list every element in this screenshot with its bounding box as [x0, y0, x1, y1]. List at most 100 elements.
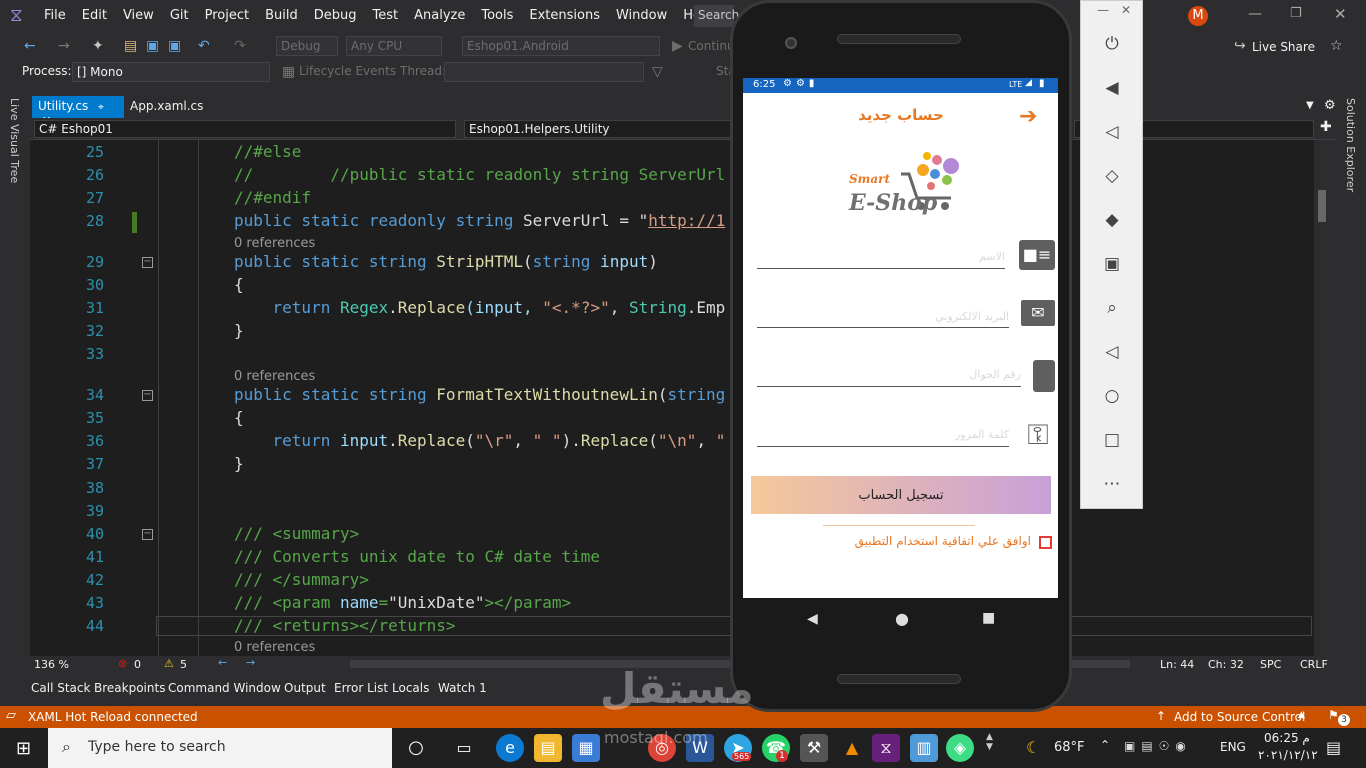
menu-edit[interactable]: Edit [82, 8, 107, 24]
add-to-source-control[interactable]: Add to Source Control [1174, 710, 1305, 724]
settings-gear-icon[interactable]: ⚙ [1324, 98, 1336, 113]
platform-select[interactable]: Any CPU [346, 36, 442, 56]
tray-icons[interactable]: ▣▤☉◉ [1124, 739, 1192, 753]
volume-down-icon[interactable]: ◁ [1101, 121, 1123, 143]
edge-icon[interactable]: e [496, 734, 524, 762]
codelens-references[interactable]: 0 references [234, 236, 315, 251]
search-box[interactable]: Search [694, 5, 739, 27]
menu-tools[interactable]: Tools [481, 8, 513, 24]
lifecycle-events-button[interactable]: Lifecycle Events [299, 64, 396, 78]
dropdown-arrow-icon[interactable]: ▲ [1298, 710, 1305, 720]
screenshot-icon[interactable]: ▣ [1101, 253, 1123, 275]
forward-icon[interactable]: → [58, 38, 70, 54]
collapse-icon[interactable]: − [142, 257, 153, 268]
windows-start-icon[interactable]: ⊞ [16, 738, 31, 759]
hot-reload-status[interactable]: XAML Hot Reload connected [28, 710, 198, 724]
menu-test[interactable]: Test [373, 8, 399, 24]
pin-icon[interactable]: ⌖ [98, 102, 104, 113]
line-indicator[interactable]: Ln: 44 [1160, 658, 1194, 671]
live-visual-tree-tab[interactable]: Live Visual Tree [8, 98, 21, 183]
menu-analyze[interactable]: Analyze [414, 8, 465, 24]
column-indicator[interactable]: Ch: 32 [1208, 658, 1244, 671]
class-nav-select[interactable]: Eshop01.Helpers.Utility [464, 120, 764, 138]
process-select[interactable]: [] Mono [72, 62, 270, 82]
language-indicator[interactable]: ENG [1220, 740, 1246, 754]
hot-reload-status-icon[interactable]: ▱ [6, 708, 16, 723]
lifecycle-icon[interactable]: ▦ [282, 64, 295, 80]
spacing-indicator[interactable]: SPC [1260, 658, 1281, 671]
android-back-icon[interactable]: ◀ [807, 611, 818, 627]
solution-explorer-tab[interactable]: Solution Explorer [1344, 98, 1357, 192]
clock-time[interactable]: 06:25 م [1264, 731, 1310, 745]
home-nav-icon[interactable]: ○ [1101, 385, 1123, 407]
taskbar-search[interactable]: ⌕ Type here to search [48, 728, 392, 768]
configuration-select[interactable]: Debug [276, 36, 338, 56]
volume-up-icon[interactable]: ◀ [1101, 77, 1123, 99]
task-view-icon[interactable]: ▭ [450, 734, 478, 762]
collapse-icon[interactable]: − [142, 529, 153, 540]
line-ending-indicator[interactable]: CRLF [1300, 658, 1328, 671]
open-folder-icon[interactable]: ▤ [124, 38, 137, 54]
collapse-icon[interactable]: − [142, 390, 153, 401]
back-icon[interactable]: ← [24, 38, 36, 54]
menu-project[interactable]: Project [205, 8, 249, 24]
action-center-icon[interactable]: ▤ [1326, 738, 1341, 757]
source-control-icon[interactable]: ↑ [1156, 709, 1166, 723]
tab-output[interactable]: Output [284, 681, 326, 695]
continue-button[interactable]: Continu [688, 39, 735, 53]
back-arrow-icon[interactable]: ➔ [1019, 104, 1037, 129]
tab-watch-1[interactable]: Watch 1 [438, 681, 487, 695]
notepad-icon[interactable]: ▥ [910, 734, 938, 762]
tray-chevron-icon[interactable]: ⌃ [1100, 738, 1110, 752]
register-button[interactable]: تسجيل الحساب [751, 476, 1051, 514]
clock-date[interactable]: ٢٠٢١/١٢/١٢ [1258, 748, 1318, 762]
minimize-icon[interactable]: — [1248, 6, 1262, 22]
tab-utility-cs[interactable]: Utility.cs ⌖ ✕ [32, 96, 124, 127]
play-icon[interactable]: ▶ [672, 38, 683, 54]
warning-icon[interactable]: ⚠ [164, 657, 174, 670]
menu-view[interactable]: View [123, 8, 154, 24]
tab-error-list[interactable]: Error List [334, 681, 388, 695]
android-home-icon[interactable]: ● [895, 609, 909, 628]
cortana-icon[interactable]: ○ [402, 734, 430, 762]
tab-call-stack[interactable]: Call Stack [31, 681, 90, 695]
code-link[interactable]: http://1 [648, 211, 725, 230]
tab-breakpoints[interactable]: Breakpoints [94, 681, 165, 695]
feedback-icon[interactable]: ☆ [1330, 38, 1343, 54]
user-avatar[interactable]: M [1188, 6, 1208, 26]
restore-icon[interactable]: ❐ [1290, 6, 1302, 21]
visual-studio-taskbar-icon[interactable]: ⧖ [872, 734, 900, 762]
agree-checkbox[interactable] [1039, 536, 1052, 549]
vlc-icon[interactable]: ▲ [838, 734, 866, 762]
emulator-close-icon[interactable]: ✕ [1121, 3, 1131, 17]
menu-window[interactable]: Window [616, 8, 667, 24]
startup-project-select[interactable]: Eshop01.Android [462, 36, 660, 56]
store-icon[interactable]: ▦ [572, 734, 600, 762]
nav-forward-icon[interactable]: → [246, 656, 255, 669]
menu-extensions[interactable]: Extensions [529, 8, 600, 24]
menu-debug[interactable]: Debug [314, 8, 357, 24]
power-icon[interactable]: ⏻ [1101, 33, 1123, 55]
android-recents-icon[interactable]: ■ [982, 610, 995, 626]
tab-app-xaml-cs[interactable]: App.xaml.cs [124, 96, 234, 118]
codelens-references[interactable]: 0 references [234, 640, 315, 655]
split-editor-icon[interactable]: ✚ [1320, 119, 1332, 135]
project-nav-select[interactable]: C# Eshop01 [34, 120, 456, 138]
tools-icon[interactable]: ⚒ [800, 734, 828, 762]
undo-icon[interactable]: ↶ [198, 38, 210, 54]
taskbar-scroll-icon[interactable]: ▲ ▼ [986, 732, 993, 752]
visual-studio-logo-icon[interactable]: ⧖ [10, 6, 32, 26]
tab-overflow-icon[interactable]: ▼ [1306, 100, 1314, 111]
rotate-left-icon[interactable]: ◇ [1101, 165, 1123, 187]
save-icon[interactable]: ▣ [146, 38, 159, 54]
close-window-icon[interactable]: ✕ [1334, 5, 1347, 23]
save-all-icon[interactable]: ▣ [168, 38, 181, 54]
email-input[interactable]: البريد الالكتروني [757, 310, 1009, 323]
vertical-scrollbar[interactable] [1314, 140, 1330, 656]
live-share-icon[interactable]: ↪ [1234, 38, 1246, 54]
menu-file[interactable]: File [44, 8, 66, 24]
menu-git[interactable]: Git [170, 8, 189, 24]
nav-back-icon[interactable]: ← [218, 656, 227, 669]
live-share-button[interactable]: Live Share [1252, 40, 1315, 54]
zoom-icon[interactable]: ⌕ [1101, 297, 1123, 319]
